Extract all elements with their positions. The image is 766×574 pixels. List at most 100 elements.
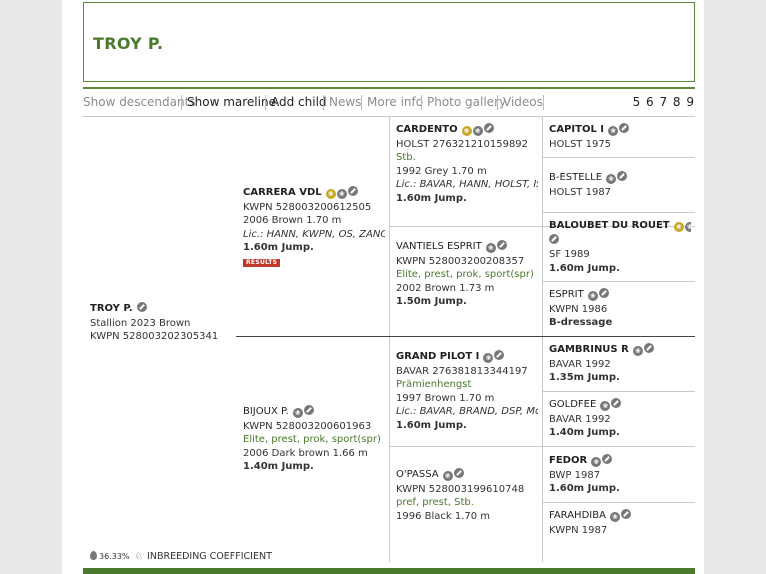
nav-add-child[interactable]: Add child (271, 95, 327, 109)
gen4-horse[interactable]: GAMBRINUS R BAVAR 1992 1.35m Jump. (549, 343, 691, 385)
licensed-icon (673, 222, 684, 232)
horse-registration: HOLST 1975 (549, 138, 612, 150)
gen3-horse[interactable]: VANTIELS ESPRIT KWPN 528003200208357 Eli… (396, 240, 538, 309)
nav-news[interactable]: News (329, 95, 361, 109)
subject-info: Stallion 2023 Brown (90, 317, 191, 329)
gen4-horse[interactable]: ESPRIT KWPN 1986 B-dressage (549, 288, 691, 330)
edit-icon[interactable] (453, 468, 464, 478)
horse-registration: BWP 1987 (549, 469, 601, 481)
offspring-icon[interactable] (292, 408, 303, 418)
gen4-horse[interactable]: B-ESTELLE HOLST 1987 (549, 171, 691, 199)
horse-discipline: B-dressage (549, 317, 613, 329)
horse-name[interactable]: BALOUBET DU ROUET (549, 220, 670, 231)
sire-licenses: Lic.: HANN, KWPN, OS, ZANG (243, 228, 385, 240)
horse-registration: KWPN 528003199610748 (396, 483, 525, 495)
row-divider (542, 157, 695, 158)
row-divider (389, 446, 695, 447)
gen4-horse[interactable]: GOLDFEE BAVAR 1992 1.40m Jump. (549, 398, 691, 440)
parent-divider (236, 336, 695, 337)
sire-registration: KWPN 528003200612505 (243, 201, 372, 213)
horse-name[interactable]: FARAHDIBA (549, 510, 606, 521)
horse-name[interactable]: B-ESTELLE (549, 172, 602, 183)
subject-name[interactable]: TROY P. (90, 303, 133, 314)
horse-name[interactable]: O'PASSA (396, 469, 439, 480)
horse-jump-level: 1.50m Jump. (396, 296, 467, 308)
offspring-icon[interactable] (591, 457, 602, 467)
nav-separator (361, 95, 362, 110)
horse-details: 1997 Brown 1.70 m (396, 392, 495, 404)
horse-name[interactable]: CARDENTO (396, 124, 458, 135)
gen3-horse[interactable]: CARDENTO HOLST 276321210159892 Stb. 1992… (396, 123, 538, 206)
edit-icon[interactable] (598, 288, 609, 298)
nav-photo-gallery[interactable]: Photo gallery (427, 95, 506, 109)
nav-separator (421, 95, 422, 110)
horse-licenses: Lic.: BAVAR, BRAND, DSP, Mo, O... (396, 406, 538, 418)
nav-videos[interactable]: Videos (503, 95, 543, 109)
edit-icon[interactable] (483, 123, 494, 133)
horse-icon: ♘ (134, 551, 144, 562)
offspring-icon[interactable] (684, 222, 691, 232)
edit-icon[interactable] (136, 302, 147, 312)
inbreeding-percent: 36.33% (99, 552, 130, 561)
gen4-horse[interactable]: BALOUBET DU ROUET SF 1989 1.60m Jump. (549, 219, 691, 275)
horse-registration: KWPN 1986 (549, 303, 608, 315)
edit-icon[interactable] (619, 123, 630, 133)
offspring-icon[interactable] (336, 189, 347, 199)
horse-name[interactable]: GOLDFEE (549, 399, 596, 410)
horse-name[interactable]: GAMBRINUS R (549, 344, 629, 355)
horse-jump-level: 1.60m Jump. (549, 483, 620, 495)
dam-name[interactable]: BIJOUX P. (243, 406, 289, 417)
gen3-horse[interactable]: O'PASSA KWPN 528003199610748 pref, prest… (396, 468, 538, 523)
offspring-icon[interactable] (606, 174, 617, 184)
sire-card[interactable]: CARRERA VDL KWPN 528003200612505 2006 Br… (243, 186, 385, 269)
edit-icon[interactable] (549, 233, 559, 244)
gen3-horse[interactable]: GRAND PILOT I BAVAR 276381813344197 Präm… (396, 350, 538, 433)
horse-name[interactable]: CAPITOL I (549, 124, 604, 135)
offspring-icon[interactable] (587, 291, 598, 301)
edit-icon[interactable] (643, 343, 654, 353)
inbreeding-coefficient[interactable]: 36.33% ♘ INBREEDING COEFFICIENT (90, 551, 272, 562)
offspring-icon[interactable] (608, 126, 619, 136)
horse-name[interactable]: VANTIELS ESPRIT (396, 241, 482, 252)
edit-icon[interactable] (620, 509, 631, 519)
edit-icon[interactable] (602, 454, 613, 464)
edit-icon[interactable] (303, 405, 314, 415)
edit-icon[interactable] (494, 350, 505, 360)
offspring-icon[interactable] (472, 126, 483, 136)
offspring-icon[interactable] (609, 512, 620, 522)
gen4-horse[interactable]: CAPITOL I HOLST 1975 (549, 123, 691, 151)
row-divider (542, 502, 695, 503)
offspring-icon[interactable] (600, 401, 611, 411)
edit-icon[interactable] (611, 398, 622, 408)
gen4-horse[interactable]: FARAHDIBA KWPN 1987 (549, 509, 691, 537)
sire-name[interactable]: CARRERA VDL (243, 187, 322, 198)
edit-icon[interactable] (496, 240, 507, 250)
licensed-icon (325, 189, 336, 199)
nav-bar: Show descendants Show mareline Add child… (83, 95, 695, 111)
row-divider (542, 281, 695, 282)
pagination[interactable]: 5 6 7 8 9 (633, 95, 695, 109)
inbreeding-label[interactable]: INBREEDING COEFFICIENT (147, 551, 272, 562)
horse-name[interactable]: GRAND PILOT I (396, 351, 479, 362)
horse-registration: KWPN 528003200208357 (396, 255, 525, 267)
offspring-icon[interactable] (442, 471, 453, 481)
nav-separator (497, 95, 498, 110)
nav-show-descendants[interactable]: Show descendants (83, 95, 196, 109)
dam-card[interactable]: BIJOUX P. KWPN 528003200601963 Elite, pr… (243, 405, 385, 474)
header-divider (83, 87, 695, 89)
horse-registration: BAVAR 276381813344197 (396, 365, 528, 377)
nav-show-mareline[interactable]: Show mareline (187, 95, 276, 109)
gen4-horse[interactable]: FEDOR BWP 1987 1.60m Jump. (549, 454, 691, 496)
offspring-icon[interactable] (485, 243, 496, 253)
edit-icon[interactable] (617, 171, 628, 181)
horse-predicates: Stb. (396, 152, 416, 164)
offspring-icon[interactable] (483, 353, 494, 363)
offspring-icon[interactable] (632, 346, 643, 356)
nav-more-info[interactable]: More info (367, 95, 423, 109)
horse-name[interactable]: FEDOR (549, 455, 587, 466)
subject-horse[interactable]: TROY P. Stallion 2023 Brown KWPN 5280032… (90, 302, 230, 344)
edit-icon[interactable] (347, 186, 358, 196)
results-badge[interactable]: RESULTS (243, 258, 281, 267)
horse-details: 2002 Brown 1.73 m (396, 282, 495, 294)
horse-name[interactable]: ESPRIT (549, 289, 584, 300)
